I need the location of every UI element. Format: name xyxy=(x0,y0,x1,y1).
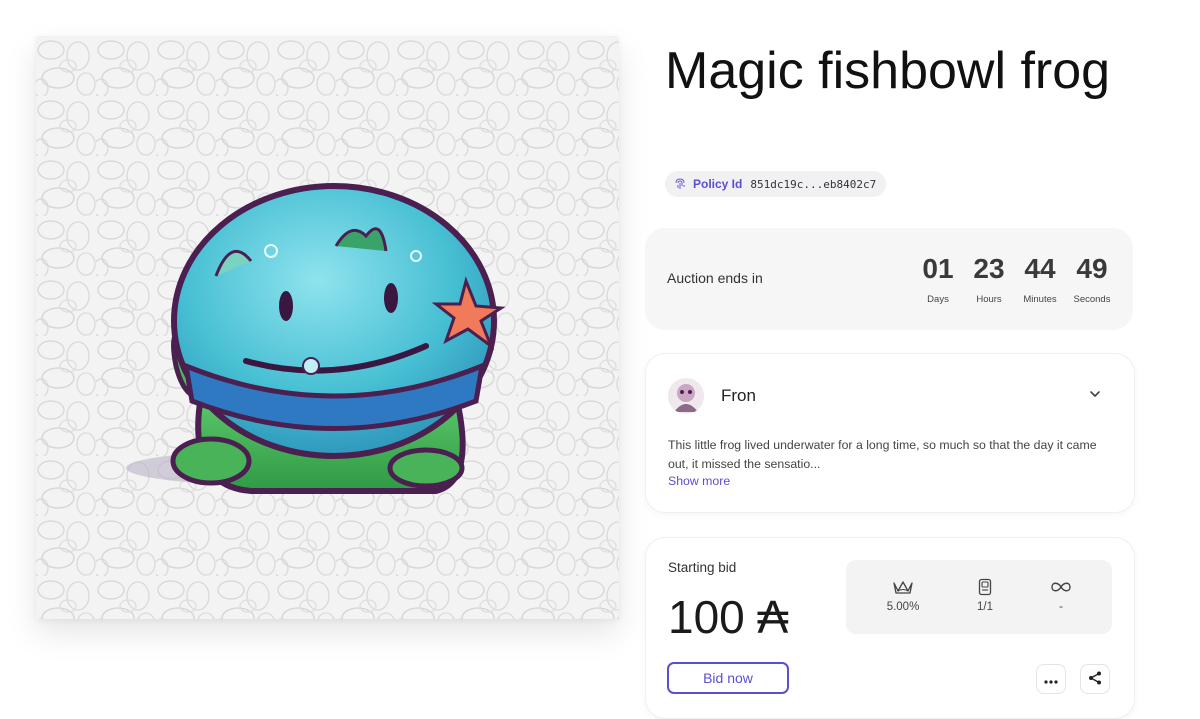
countdown-seconds: 49 Seconds xyxy=(1066,252,1118,305)
share-icon xyxy=(1088,671,1102,688)
creator-description: This little frog lived underwater for a … xyxy=(668,438,1097,471)
policy-label: Policy Id xyxy=(693,177,743,191)
infinity-icon xyxy=(1049,576,1073,598)
creator-name[interactable]: Fron xyxy=(721,386,756,406)
page-title: Magic fishbowl frog xyxy=(665,42,1111,100)
bid-now-button[interactable]: Bid now xyxy=(667,662,789,694)
countdown-days: 01 Days xyxy=(912,252,964,305)
countdown-minutes: 44 Minutes xyxy=(1014,252,1066,305)
seconds-label: Seconds xyxy=(1073,294,1111,305)
policy-value: 851dc19c...eb8402c7 xyxy=(750,177,877,191)
starting-bid-label: Starting bid xyxy=(668,560,737,575)
starting-bid-value: 100 ₳ xyxy=(668,591,789,643)
frog-illustration xyxy=(36,36,619,619)
fingerprint-icon xyxy=(675,178,685,190)
seconds-value: 49 xyxy=(1076,253,1108,284)
hours-value: 23 xyxy=(973,253,1005,284)
minutes-value: 44 xyxy=(1024,253,1056,284)
policy-id-chip[interactable]: Policy Id 851dc19c...eb8402c7 xyxy=(665,171,887,197)
nft-stats-panel: 5.00% 1/1 - xyxy=(846,560,1112,634)
crown-icon xyxy=(892,576,914,598)
days-value: 01 xyxy=(922,253,954,284)
hours-label: Hours xyxy=(976,294,1002,305)
supply-value: - xyxy=(1059,601,1063,613)
minutes-label: Minutes xyxy=(1023,294,1057,305)
auction-label: Auction ends in xyxy=(667,270,763,286)
days-label: Days xyxy=(927,294,949,305)
more-options-button[interactable] xyxy=(1036,664,1066,694)
edition-stat: 1/1 xyxy=(950,576,1020,613)
royalty-stat: 5.00% xyxy=(868,576,938,613)
card-icon xyxy=(978,576,992,598)
edition-value: 1/1 xyxy=(977,601,993,613)
creator-avatar[interactable] xyxy=(668,378,704,414)
nft-artwork[interactable] xyxy=(36,36,619,619)
share-button[interactable] xyxy=(1080,664,1110,694)
show-more-link[interactable]: Show more xyxy=(668,474,730,488)
creator-card: Fron This little frog lived underwater f… xyxy=(645,353,1135,513)
auction-timer-card: Auction ends in 01 Days 23 Hours 44 Minu… xyxy=(645,228,1133,330)
royalty-value: 5.00% xyxy=(886,601,920,613)
countdown-hours: 23 Hours xyxy=(963,252,1015,305)
supply-stat: - xyxy=(1026,576,1096,613)
chevron-down-icon[interactable] xyxy=(1088,387,1102,401)
more-icon xyxy=(1044,671,1058,687)
